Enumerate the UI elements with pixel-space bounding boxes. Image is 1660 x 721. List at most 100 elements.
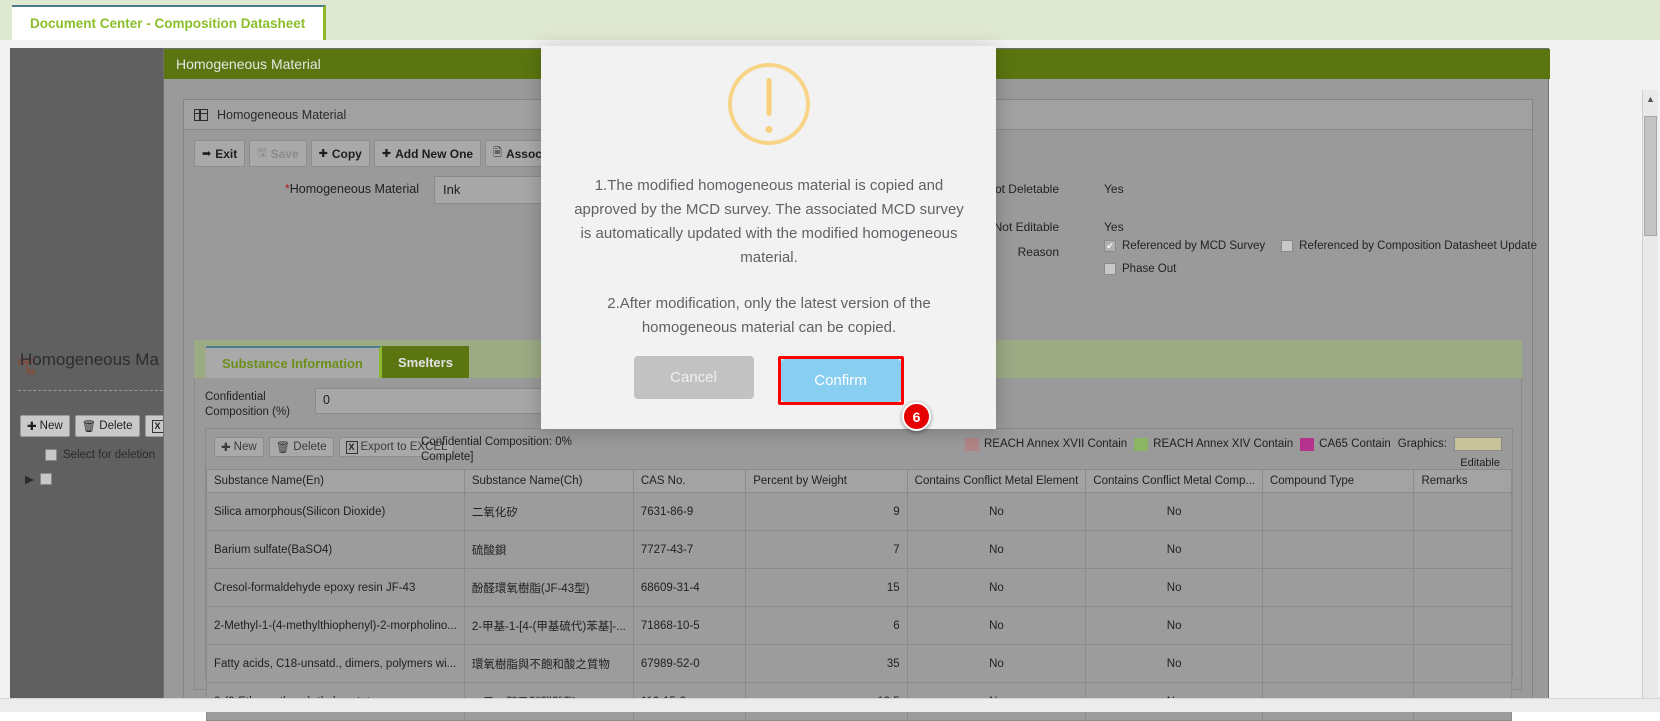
legend-item-ca65: CA65 Contain [1300,437,1391,451]
legend-swatch-reach-annex-xvii [964,437,979,451]
cell-remarks [1413,644,1512,683]
cell-percent: 9 [745,492,908,531]
substance-new-button[interactable]: ✚ New [214,437,264,457]
confirm-button[interactable]: Confirm [780,359,901,402]
vertical-scrollbar-thumb[interactable] [1644,116,1657,236]
panel-header-title: Homogeneous Material [217,107,347,122]
col-contains-conflict-metal-element[interactable]: Contains Conflict Metal Element [906,469,1087,493]
horizontal-scrollbar[interactable] [0,698,1660,712]
table-row[interactable]: 2-Methyl-1-(4-methylthiophenyl)-2-morpho… [206,606,1512,645]
not-deletable-value: Yes [1104,182,1124,196]
save-button[interactable]: 🖫 Save [249,140,307,167]
cell-name-ch: 2-甲基-1-[4-(甲基硫代)苯基]-... [463,606,634,645]
phase-out-checkbox[interactable] [1104,263,1116,275]
col-substance-name-en[interactable]: Substance Name(En) [206,469,465,493]
substance-table-toolbar: ✚ New 🗑 Delete X Export to EXCEL [214,437,455,457]
floppy-disk-icon: 🖫 [257,147,267,159]
modal-paragraph-2: 2.After modification, only the latest ve… [607,295,931,336]
table-header-row: Substance Name(En) Substance Name(Ch) CA… [206,469,1512,493]
left-tree-row: ▶ [25,472,52,486]
warning-bang-stroke [766,78,771,116]
vertical-scrollbar[interactable]: ▲ ▼ [1642,90,1658,710]
col-percent-by-weight[interactable]: Percent by Weight [745,469,908,493]
referenced-by-mcd-survey-checkbox[interactable] [1104,240,1116,252]
left-new-label: New [39,420,63,432]
exit-button[interactable]: ➡ Exit [194,140,246,167]
cell-name-en: Cresol-formaldehyde epoxy resin JF-43 [206,568,465,607]
select-for-deletion-label: Select for deletion [63,449,156,461]
select-for-deletion-row: Select for deletion [45,449,155,461]
exit-arrow-icon: ➡ [202,148,212,160]
cell-percent: 35 [745,644,908,683]
copy-label: Copy [331,146,362,161]
exit-label: Exit [215,146,238,161]
tab-smelters-label: Smelters [398,354,453,370]
table-row[interactable]: Barium sulfate(BaSO4) 硫酸鋇 7727-43-7 7 No… [206,530,1512,569]
browser-tab-label: Document Center - Composition Datasheet [30,16,306,31]
tab-smelters[interactable]: Smelters [382,346,469,378]
col-substance-name-ch[interactable]: Substance Name(Ch) [463,469,634,493]
table-body: Silica amorphous(Silicon Dioxide) 二氧化矽 7… [206,492,1512,721]
cell-cas: 71868-10-5 [632,606,747,645]
window-title: Homogeneous Material [176,56,321,72]
cell-conflict-element: No [906,492,1087,531]
modal-button-row: Cancel Confirm [541,356,996,405]
cell-name-en: Fatty acids, C18-unsatd., dimers, polyme… [206,644,465,683]
cell-name-en: Silica amorphous(Silicon Dioxide) [206,492,465,531]
plus-icon: ✚ [221,442,231,454]
cell-remarks [1413,606,1512,645]
cell-cas: 7727-43-7 [632,530,747,569]
cell-conflict-comp: No [1085,606,1263,645]
table-row[interactable]: Cresol-formaldehyde epoxy resin JF-43 酚醛… [206,568,1512,607]
cell-name-en: Barium sulfate(BaSO4) [206,530,465,569]
tab-substance-information[interactable]: Substance Information [206,346,382,378]
col-remarks[interactable]: Remarks [1413,469,1512,493]
row-select-checkbox[interactable] [39,473,52,485]
confidential-composition-note: Confidential Composition: 0% Complete] [421,436,572,463]
cell-conflict-comp: No [1085,530,1263,569]
legend-item-reach-annex-xvii: REACH Annex XVII Contain [964,437,1127,451]
expand-triangle-icon[interactable]: ▶ [25,472,34,486]
cell-name-ch: 硫酸鋇 [463,530,634,569]
legend-item-reach-annex-xiv: REACH Annex XIV Contain [1134,437,1293,451]
confidential-composition-label: Confidential Composition (%) [205,391,290,418]
step-badge: 6 [902,402,931,431]
excel-icon: X [151,419,164,433]
col-compound-type[interactable]: Compound Type [1261,469,1415,493]
left-new-button[interactable]: ✚ New [20,415,70,437]
add-new-one-button[interactable]: ✚ Add New One [373,140,482,167]
cell-conflict-element: No [906,644,1087,683]
cancel-button[interactable]: Cancel [633,356,754,399]
left-pane-content: Homogeneous Ma ✚ New 🗑 Delete X Expo Sel [0,40,200,704]
table-row[interactable]: Silica amorphous(Silicon Dioxide) 二氧化矽 7… [206,492,1512,531]
plus-icon: ✚ [27,421,37,433]
tab-substance-information-label: Substance Information [222,355,363,371]
save-label: Save [270,146,299,161]
browser-tab[interactable]: Document Center - Composition Datasheet [12,5,327,40]
left-delete-button[interactable]: 🗑 Delete [74,415,140,437]
graphics-swatch [1454,437,1502,451]
homogeneous-material-label: *Homogeneous Material [224,182,419,196]
modal-message: 1.The modified homogeneous material is c… [569,174,969,362]
scroll-up-icon[interactable]: ▲ [1644,92,1657,106]
cell-conflict-comp: No [1085,568,1263,607]
confirmation-modal: 1.The modified homogeneous material is c… [541,46,996,429]
select-for-deletion-checkbox[interactable] [45,449,57,461]
copy-button[interactable]: ✚ Copy [310,140,370,167]
table-row[interactable]: Fatty acids, C18-unsatd., dimers, polyme… [206,644,1512,683]
left-pane-title: Homogeneous Ma [20,350,159,369]
cell-conflict-comp: No [1085,644,1263,683]
legend-swatch-ca65 [1300,437,1315,451]
cell-conflict-element: No [906,606,1087,645]
substance-delete-button[interactable]: 🗑 Delete [268,437,334,457]
col-cas-no[interactable]: CAS No. [632,469,747,493]
col-contains-conflict-metal-comp[interactable]: Contains Conflict Metal Comp... [1085,469,1263,493]
referenced-by-composition-datasheet-update-checkbox[interactable] [1281,240,1294,252]
cell-name-ch: 環氧樹脂與不飽和酸之質物 [463,644,634,683]
cell-compound-type [1261,492,1415,531]
substance-table: Substance Name(En) Substance Name(Ch) CA… [206,469,1512,721]
cell-name-ch: 酚醛環氧樹脂(JF-43型) [463,568,634,607]
cell-cas: 68609-31-4 [632,568,747,607]
homogeneous-material-label-text: Homogeneous Material [289,182,419,196]
cell-compound-type [1261,644,1415,683]
